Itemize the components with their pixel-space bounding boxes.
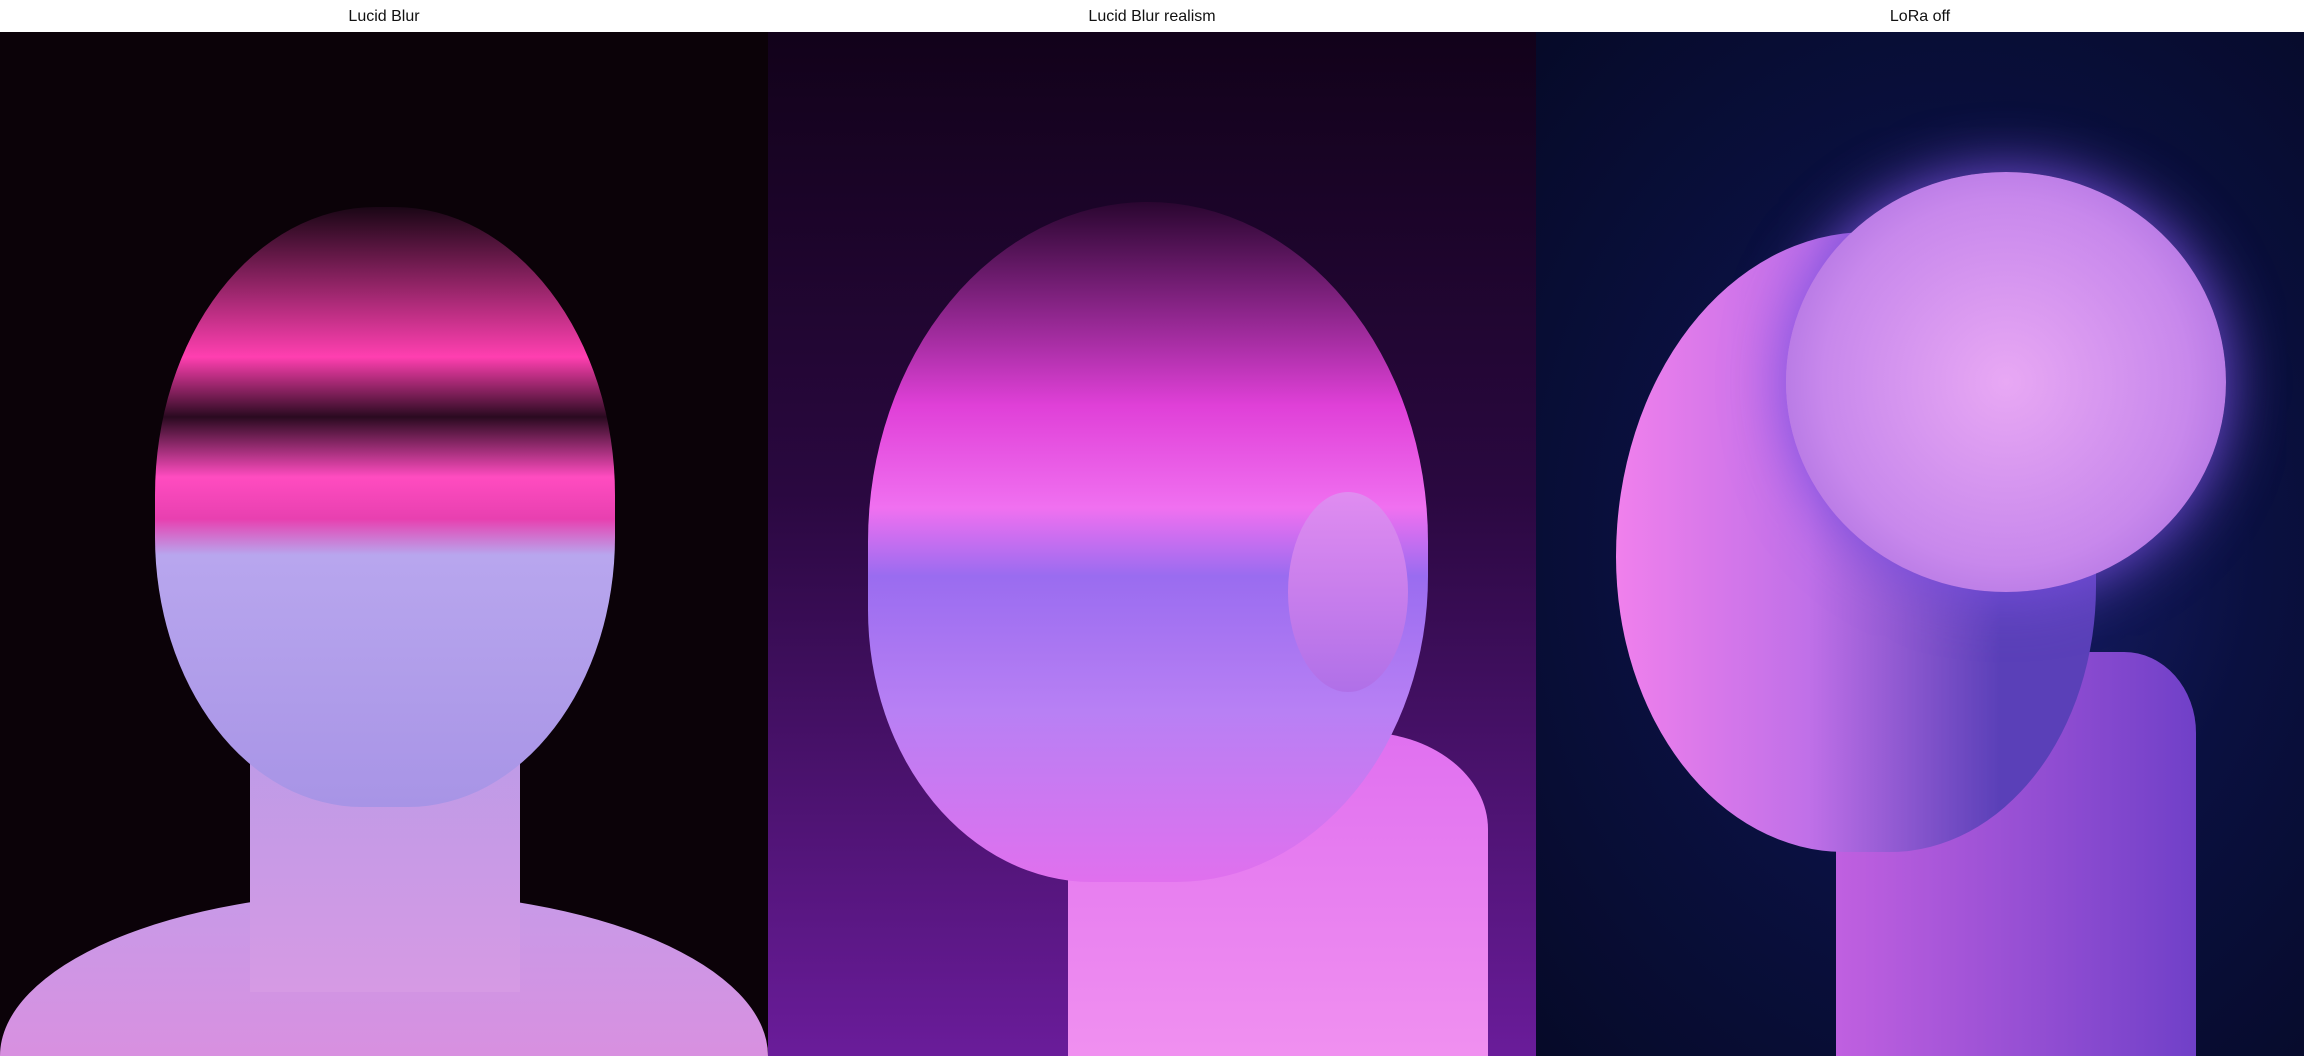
hair: [1786, 172, 2226, 592]
caption-lucid-blur-realism: Lucid Blur realism: [1088, 8, 1216, 25]
caption-lora-off: LoRa off: [1889, 8, 1951, 25]
caption-lucid-blur: Lucid Blur: [348, 8, 420, 25]
head: [155, 207, 615, 807]
image-lora-off: [1536, 32, 2304, 1056]
image-grid: [0, 32, 2304, 1056]
image-lucid-blur: [0, 32, 768, 1056]
image-lucid-blur-realism: [768, 32, 1536, 1056]
caption-row: Lucid Blur Lucid Blur realism LoRa off: [0, 0, 2304, 32]
ear: [1288, 492, 1408, 692]
